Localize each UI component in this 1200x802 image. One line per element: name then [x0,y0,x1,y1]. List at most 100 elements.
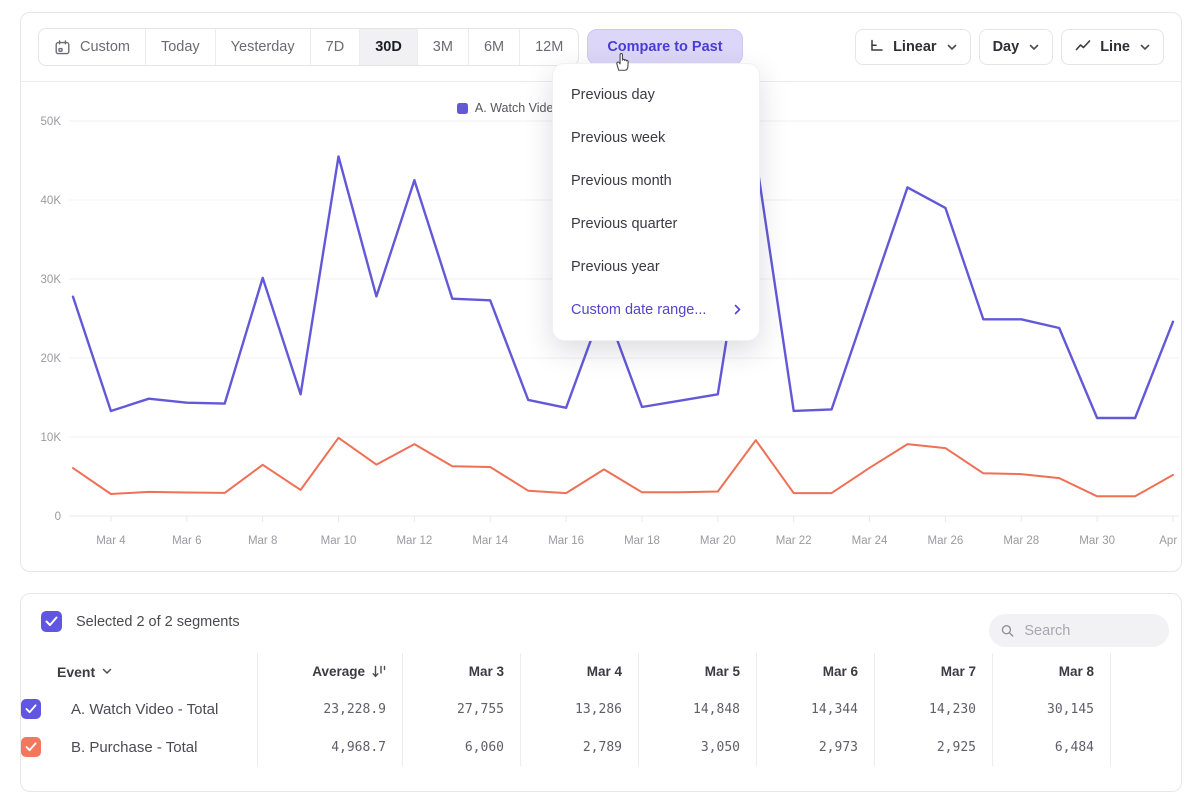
row-checkbox-cell [21,690,57,728]
cell-mar-7-b-purchase-total: 2,925 [874,728,992,766]
segments-header: Selected 2 of 2 segments [41,611,240,632]
custom-date-range-label: Custom date range... [571,302,706,318]
date-range-label: 6M [484,39,504,55]
table-header-mar-8: Mar 8 [992,653,1110,690]
sort-descending-icon [372,665,386,678]
chart-type-dropdown-button[interactable]: Line [1061,29,1164,65]
date-range-yesterday[interactable]: Yesterday [215,29,310,65]
menu-item-previous-month[interactable]: Previous month [553,159,759,202]
scale-dropdown-button[interactable]: Linear [855,29,971,65]
chevron-down-icon [947,44,957,51]
date-range-today[interactable]: Today [145,29,215,65]
y-axis-label-50K: 50K [41,116,62,128]
table-header-mar-5: Mar 5 [638,653,756,690]
chart-toolbar: CustomTodayYesterday7D30D3M6M12M Compare… [38,28,1164,66]
cell-mar-4-b-purchase-total: 2,789 [520,728,638,766]
interval-dropdown-button[interactable]: Day [979,29,1054,65]
row-checkbox-b-purchase-total[interactable] [21,737,41,757]
date-range-3m[interactable]: 3M [417,29,468,65]
cell-mar-8-a-watch-video-total: 30,145 [992,690,1110,728]
chart-options-group: Linear Day Line [855,29,1164,65]
row-checkbox-a-watch-video-total[interactable] [21,699,41,719]
chevron-down-icon [1029,44,1039,51]
table-header-m: M [1110,653,1182,690]
table-header-mar-4: Mar 4 [520,653,638,690]
line-chart-icon [1075,39,1091,56]
x-axis-label-mar-8: Mar 8 [248,535,277,547]
menu-item-custom-date-range[interactable]: Custom date range... [553,288,759,331]
scale-dropdown-label: Linear [893,39,937,55]
date-range-label: 3M [433,39,453,55]
x-axis-label-mar-24: Mar 24 [852,535,888,547]
table-header-spacer [21,653,57,690]
cell-m-a-watch-video-total: 15, [1110,690,1182,728]
date-range-6m[interactable]: 6M [468,29,519,65]
chevron-down-icon [102,668,112,675]
interval-dropdown-label: Day [993,39,1020,55]
cell-mar-7-a-watch-video-total: 14,230 [874,690,992,728]
date-range-7d[interactable]: 7D [310,29,360,65]
cell-mar-5-b-purchase-total: 3,050 [638,728,756,766]
select-all-checkbox[interactable] [41,611,62,632]
table-header-mar-6: Mar 6 [756,653,874,690]
menu-item-previous-week[interactable]: Previous week [553,116,759,159]
row-label-b-purchase-total[interactable]: B. Purchase - Total [57,728,257,766]
series-line-b-purchase-total [73,438,1173,497]
date-range-label: 12M [535,39,563,55]
search-box [989,614,1169,647]
table-header-average[interactable]: Average [257,653,402,690]
insights-report-page: { "toolbar": { "date_ranges": ["Custom",… [0,0,1200,802]
cell-mar-8-b-purchase-total: 6,484 [992,728,1110,766]
table-header-mar-3: Mar 3 [402,653,520,690]
date-range-12m[interactable]: 12M [519,29,578,65]
x-axis-label-mar-28: Mar 28 [1003,535,1039,547]
cell-mar-6-a-watch-video-total: 14,344 [756,690,874,728]
cell-mar-4-a-watch-video-total: 13,286 [520,690,638,728]
date-range-custom[interactable]: Custom [39,29,145,65]
date-range-label: Today [161,39,200,55]
linear-scale-icon [869,38,884,57]
check-icon [25,704,37,714]
x-axis-label-apr-1: Apr 1 [1159,535,1181,547]
date-range-label: 7D [326,39,345,55]
table-header-mar-7: Mar 7 [874,653,992,690]
chevron-right-icon [734,304,741,315]
table-header-event[interactable]: Event [57,653,257,690]
cell-m-b-purchase-total: 3, [1110,728,1182,766]
date-range-30d[interactable]: 30D [359,29,417,65]
y-axis-label-10K: 10K [41,432,62,444]
x-axis-label-mar-6: Mar 6 [172,535,201,547]
compare-menu-items: Previous dayPrevious weekPrevious monthP… [553,73,759,288]
x-axis-label-mar-14: Mar 14 [472,535,508,547]
compare-to-past-menu: Previous dayPrevious weekPrevious monthP… [552,63,760,341]
x-axis-label-mar-26: Mar 26 [928,535,964,547]
y-axis-label-30K: 30K [41,274,62,286]
calendar-icon [54,39,71,56]
check-icon [45,616,58,627]
cell-mar-3-a-watch-video-total: 27,755 [402,690,520,728]
search-icon [1001,623,1014,639]
cell-average-a-watch-video-total: 23,228.9 [257,690,402,728]
date-range-label: Yesterday [231,39,295,55]
y-axis-label-20K: 20K [41,353,62,365]
search-input[interactable] [1022,622,1157,640]
chart-type-dropdown-label: Line [1100,39,1130,55]
menu-item-previous-quarter[interactable]: Previous quarter [553,202,759,245]
date-range-control: Custom Today Yesterday 7D 30D 3M 6M 12M [38,28,579,66]
y-axis-label-0: 0 [55,511,61,523]
menu-item-previous-day[interactable]: Previous day [553,73,759,116]
x-axis-label-mar-22: Mar 22 [776,535,812,547]
cell-mar-5-a-watch-video-total: 14,848 [638,690,756,728]
check-icon [25,742,37,752]
selected-segments-label: Selected 2 of 2 segments [76,614,240,630]
hand-cursor-icon [610,51,632,73]
x-axis-label-mar-20: Mar 20 [700,535,736,547]
menu-item-previous-year[interactable]: Previous year [553,245,759,288]
cell-mar-6-b-purchase-total: 2,973 [756,728,874,766]
date-range-label: Custom [80,39,130,55]
event-header-label: Event [57,664,95,680]
cell-mar-3-b-purchase-total: 6,060 [402,728,520,766]
row-label-a-watch-video-total[interactable]: A. Watch Video - Total [57,690,257,728]
x-axis-label-mar-4: Mar 4 [96,535,126,547]
chevron-down-icon [1140,44,1150,51]
